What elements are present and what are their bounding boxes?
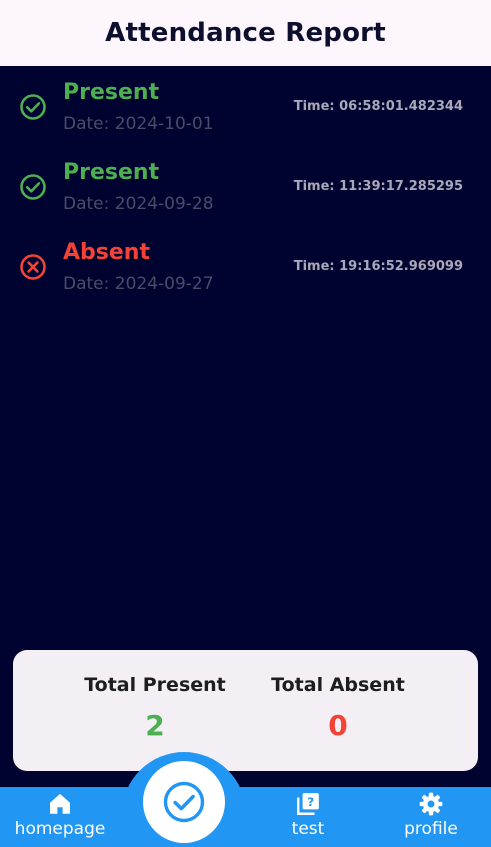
page-title: Attendance Report [105,18,386,48]
time-label: Time: 19:16:52.969099 [293,259,463,274]
total-absent-label: Total Absent [271,674,405,696]
total-present-value: 2 [145,709,165,742]
status-label: Present [63,160,160,185]
nav-label-profile: profile [404,819,458,839]
attendance-list: Present Date: 2024-10-01 Time: 06:58:01.… [0,66,491,306]
nav-label-test: test [291,819,325,839]
date-label: Date: 2024-09-28 [63,194,214,214]
mark-attendance-button[interactable] [143,761,225,843]
svg-text:?: ? [307,795,314,809]
nav-item-homepage[interactable]: homepage [5,789,115,847]
quiz-icon: ? [297,793,319,815]
list-item[interactable]: Present Date: 2024-10-01 Time: 06:58:01.… [0,66,491,146]
app-bar: Attendance Report [0,0,491,66]
time-label: Time: 11:39:17.285295 [293,179,463,194]
status-label: Present [63,80,160,105]
check-circle-icon [20,174,46,200]
time-label: Time: 06:58:01.482344 [293,99,463,114]
nav-label-homepage: homepage [14,819,106,839]
total-absent-value: 0 [328,709,348,742]
date-label: Date: 2024-10-01 [63,114,214,134]
cancel-circle-icon [20,254,46,280]
total-absent: Total Absent 0 [258,674,418,742]
date-label: Date: 2024-09-27 [63,274,214,294]
gear-icon [419,792,443,816]
check-circle-icon [20,94,46,120]
nav-item-profile[interactable]: profile [376,789,486,847]
nav-item-test[interactable]: ? test [253,789,363,847]
total-present: Total Present 2 [75,674,235,742]
total-present-label: Total Present [84,674,226,696]
home-icon [50,794,70,814]
status-label: Absent [63,240,150,265]
list-item[interactable]: Absent Date: 2024-09-27 Time: 19:16:52.9… [0,226,491,306]
list-item[interactable]: Present Date: 2024-09-28 Time: 11:39:17.… [0,146,491,226]
summary-card: Total Present 2 Total Absent 0 [13,650,478,771]
check-circle-icon [163,781,205,823]
